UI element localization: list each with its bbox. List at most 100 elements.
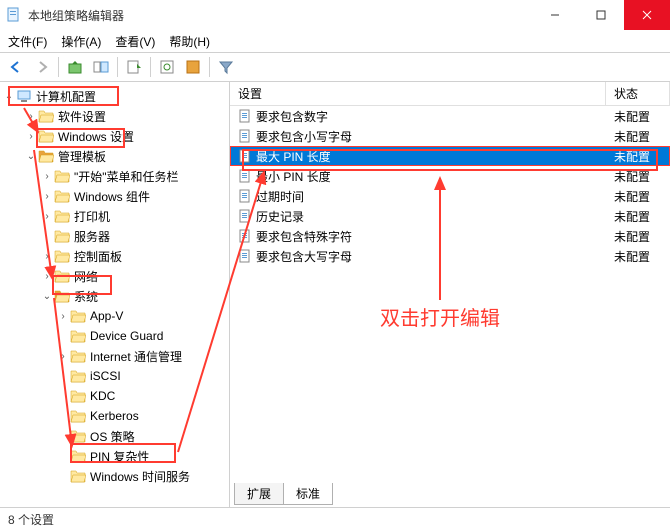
expander-icon[interactable]: › bbox=[24, 109, 38, 123]
status-label: 未配置 bbox=[606, 188, 666, 205]
minimize-button[interactable] bbox=[532, 0, 578, 30]
tree-label: Windows 设置 bbox=[58, 128, 134, 145]
menu-action[interactable]: 操作(A) bbox=[61, 33, 101, 50]
up-button[interactable] bbox=[63, 55, 87, 79]
setting-label: 过期时间 bbox=[256, 188, 304, 205]
expander-icon[interactable] bbox=[56, 449, 70, 463]
status-text: 8 个设置 bbox=[8, 511, 54, 528]
expander-icon[interactable]: ⌄ bbox=[2, 89, 16, 103]
tree-item[interactable]: ›"开始"菜单和任务栏 bbox=[2, 166, 227, 186]
expander-icon[interactable]: › bbox=[56, 309, 70, 323]
list-row[interactable]: 要求包含数字 未配置 bbox=[230, 106, 670, 126]
setting-label: 要求包含大写字母 bbox=[256, 248, 352, 265]
setting-label: 要求包含小写字母 bbox=[256, 128, 352, 145]
expander-icon[interactable] bbox=[56, 389, 70, 403]
tree-item[interactable]: › App-V bbox=[2, 306, 227, 326]
statusbar: 8 个设置 bbox=[0, 508, 670, 530]
titlebar: 本地组策略编辑器 bbox=[0, 0, 670, 30]
tree-item[interactable]: Kerberos bbox=[2, 406, 227, 426]
menu-help[interactable]: 帮助(H) bbox=[169, 33, 210, 50]
close-button[interactable] bbox=[624, 0, 670, 30]
computer-icon bbox=[16, 88, 32, 104]
list-row[interactable]: 要求包含大写字母 未配置 bbox=[230, 246, 670, 266]
expander-icon[interactable] bbox=[56, 429, 70, 443]
expander-icon[interactable] bbox=[56, 469, 70, 483]
tree-item[interactable]: KDC bbox=[2, 386, 227, 406]
tree-label: App-V bbox=[90, 309, 123, 323]
tree-label: PIN 复杂性 bbox=[90, 448, 149, 465]
window-title: 本地组策略编辑器 bbox=[28, 7, 124, 24]
expander-icon[interactable] bbox=[56, 329, 70, 343]
list-row[interactable]: 最小 PIN 长度 未配置 bbox=[230, 166, 670, 186]
tree-item[interactable]: 服务器 bbox=[2, 226, 227, 246]
tree-item[interactable]: › Windows 设置 bbox=[2, 126, 227, 146]
app-icon bbox=[6, 7, 22, 23]
setting-label: 历史记录 bbox=[256, 208, 304, 225]
status-label: 未配置 bbox=[606, 128, 666, 145]
tree-item[interactable]: Windows 时间服务 bbox=[2, 466, 227, 486]
tree-label: Windows 时间服务 bbox=[90, 468, 190, 485]
expander-icon[interactable]: › bbox=[40, 169, 54, 183]
status-label: 未配置 bbox=[606, 248, 666, 265]
main-split: ⌄ 计算机配置 ›软件设置›Windows 设置⌄管理模板›"开始"菜单和任务栏… bbox=[0, 82, 670, 508]
expander-icon[interactable]: › bbox=[40, 209, 54, 223]
tab-standard[interactable]: 标准 bbox=[283, 483, 333, 505]
list-row[interactable]: 最大 PIN 长度未配置 bbox=[230, 146, 670, 166]
tree-label: 网络 bbox=[74, 268, 98, 285]
status-label: 未配置 bbox=[606, 168, 666, 185]
tree-item[interactable]: ⌄管理模板 bbox=[2, 146, 227, 166]
props-button[interactable] bbox=[181, 55, 205, 79]
list-row[interactable]: 要求包含小写字母 未配置 bbox=[230, 126, 670, 146]
tree-item[interactable]: ›控制面板 bbox=[2, 246, 227, 266]
tree-item[interactable]: OS 策略 bbox=[2, 426, 227, 446]
expander-icon[interactable]: › bbox=[40, 189, 54, 203]
expander-icon[interactable]: › bbox=[24, 129, 38, 143]
tab-extended[interactable]: 扩展 bbox=[234, 483, 284, 505]
list-row[interactable]: 要求包含特殊字符 未配置 bbox=[230, 226, 670, 246]
tree-label: 系统 bbox=[74, 288, 98, 305]
expander-icon[interactable]: › bbox=[40, 249, 54, 263]
menubar: 文件(F) 操作(A) 查看(V) 帮助(H) bbox=[0, 30, 670, 52]
status-label: 未配置 bbox=[606, 108, 666, 125]
tree-item[interactable]: Device Guard bbox=[2, 326, 227, 346]
menu-view[interactable]: 查看(V) bbox=[115, 33, 155, 50]
show-button[interactable] bbox=[89, 55, 113, 79]
forward-button[interactable] bbox=[30, 55, 54, 79]
tree-item[interactable]: iSCSI bbox=[2, 366, 227, 386]
setting-label: 要求包含特殊字符 bbox=[256, 228, 352, 245]
setting-label: 最小 PIN 长度 bbox=[256, 168, 331, 185]
expander-icon[interactable]: › bbox=[56, 349, 70, 363]
tree-label: Device Guard bbox=[90, 329, 163, 343]
export-button[interactable] bbox=[122, 55, 146, 79]
refresh-button[interactable] bbox=[155, 55, 179, 79]
tree-item[interactable]: ›Internet 通信管理 bbox=[2, 346, 227, 366]
tree-item[interactable]: › 网络 bbox=[2, 266, 227, 286]
setting-label: 要求包含数字 bbox=[256, 108, 328, 125]
tree-item[interactable]: ›Windows 组件 bbox=[2, 186, 227, 206]
expander-icon[interactable]: ⌄ bbox=[40, 289, 54, 303]
list-row[interactable]: 历史记录 未配置 bbox=[230, 206, 670, 226]
filter-button[interactable] bbox=[214, 55, 238, 79]
tree-item[interactable]: PIN 复杂性 bbox=[2, 446, 227, 466]
tree-pane: ⌄ 计算机配置 ›软件设置›Windows 设置⌄管理模板›"开始"菜单和任务栏… bbox=[0, 82, 230, 507]
status-label: 未配置 bbox=[606, 228, 666, 245]
tree-root[interactable]: ⌄ 计算机配置 bbox=[2, 86, 227, 106]
tree-label: 打印机 bbox=[74, 208, 110, 225]
back-button[interactable] bbox=[4, 55, 28, 79]
col-setting[interactable]: 设置 bbox=[230, 82, 606, 105]
tree-item[interactable]: ⌄ 系统 bbox=[2, 286, 227, 306]
tree[interactable]: ⌄ 计算机配置 ›软件设置›Windows 设置⌄管理模板›"开始"菜单和任务栏… bbox=[0, 82, 229, 490]
tree-item[interactable]: › 打印机 bbox=[2, 206, 227, 226]
expander-icon[interactable]: ⌄ bbox=[24, 149, 38, 163]
list-row[interactable]: 过期时间 未配置 bbox=[230, 186, 670, 206]
bottom-tabs: 扩展 标准 bbox=[234, 483, 332, 505]
expander-icon[interactable] bbox=[40, 229, 54, 243]
tree-item[interactable]: ›软件设置 bbox=[2, 106, 227, 126]
col-status[interactable]: 状态 bbox=[606, 82, 670, 105]
status-label: 未配置 bbox=[606, 208, 666, 225]
expander-icon[interactable] bbox=[56, 369, 70, 383]
maximize-button[interactable] bbox=[578, 0, 624, 30]
menu-file[interactable]: 文件(F) bbox=[8, 33, 47, 50]
expander-icon[interactable] bbox=[56, 409, 70, 423]
expander-icon[interactable]: › bbox=[40, 269, 54, 283]
